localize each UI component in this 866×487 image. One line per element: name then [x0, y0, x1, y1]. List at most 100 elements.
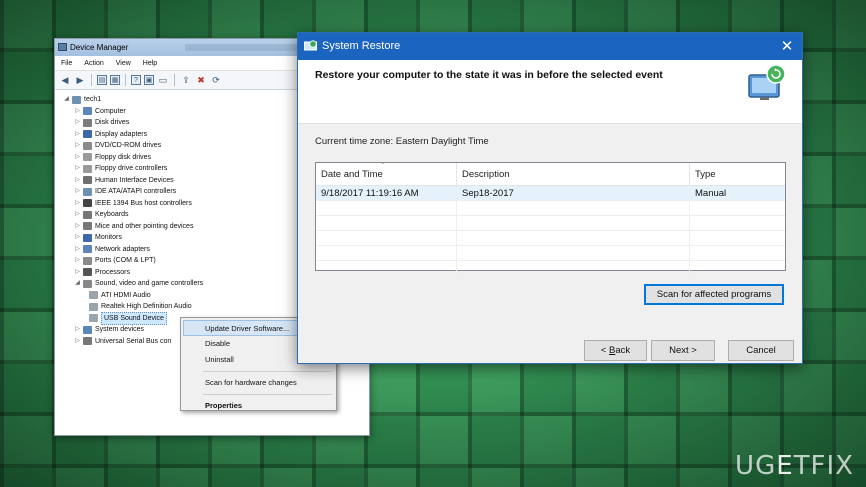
- device-category-icon: [83, 337, 92, 346]
- tree-device-label: USB Sound Device: [101, 311, 167, 325]
- back-button-prefix: <: [600, 345, 610, 356]
- device-category-icon: [83, 256, 92, 265]
- tree-root-label: tech1: [84, 96, 102, 103]
- monitor-icon[interactable]: ▭: [157, 74, 169, 86]
- update-driver-icon[interactable]: ⇪: [180, 74, 192, 86]
- watermark-left: UG: [735, 451, 777, 481]
- column-date-label: Date and Time: [321, 169, 383, 180]
- device-category-icon: [83, 118, 92, 127]
- back-button-suffix: ack: [615, 345, 631, 356]
- table-row-empty: [316, 246, 785, 261]
- computer-icon: [72, 95, 81, 104]
- expand-icon[interactable]: ▷: [74, 186, 81, 198]
- expand-icon[interactable]: ▷: [74, 106, 81, 118]
- expand-icon[interactable]: ▷: [74, 255, 81, 267]
- titlebar-obscured-area: [185, 44, 305, 51]
- device-manager-icon: [58, 43, 67, 51]
- expand-icon[interactable]: ▷: [74, 198, 81, 210]
- view-icon[interactable]: ▣: [144, 75, 154, 85]
- expand-icon[interactable]: ▷: [74, 152, 81, 164]
- system-restore-titlebar[interactable]: System Restore ✕: [298, 33, 802, 60]
- table-header: ﹀ Date and Time Description Type: [316, 163, 785, 186]
- properties-icon[interactable]: ▦: [110, 75, 120, 85]
- tree-category-label: Network adapters: [95, 245, 150, 253]
- device-category-icon: [83, 107, 92, 116]
- toolbar-separator: [91, 74, 92, 86]
- menu-file[interactable]: File: [61, 56, 72, 70]
- menu-action[interactable]: Action: [84, 56, 103, 70]
- tree-category-label: Floppy drive controllers: [95, 165, 168, 172]
- device-category-icon: [83, 153, 92, 162]
- uninstall-device-icon[interactable]: ✖: [195, 74, 207, 86]
- tree-category-label: Floppy disk drives: [95, 153, 152, 161]
- tree-category-label: Processors: [95, 268, 131, 276]
- watermark-right: TFIX: [793, 451, 854, 481]
- device-category-icon: [83, 268, 92, 277]
- device-category-icon: [83, 245, 92, 254]
- audio-device-icon: [89, 291, 98, 300]
- expand-icon[interactable]: ▷: [74, 209, 81, 221]
- column-date-and-time[interactable]: ﹀ Date and Time: [316, 163, 457, 185]
- properties-item[interactable]: Properties: [181, 398, 336, 414]
- collapse-icon[interactable]: ◢: [74, 278, 81, 290]
- expand-icon[interactable]: ▷: [74, 244, 81, 256]
- device-category-icon: [83, 141, 92, 150]
- column-type[interactable]: Type: [690, 163, 785, 185]
- table-row-empty: [316, 261, 785, 276]
- scan-affected-programs-button[interactable]: Scan for affected programs: [644, 284, 784, 305]
- scan-hardware-icon[interactable]: ⟳: [210, 74, 222, 86]
- menu-view[interactable]: View: [116, 56, 131, 70]
- scan-hardware-changes-item[interactable]: Scan for hardware changes: [181, 375, 336, 391]
- table-row-empty: [316, 231, 785, 246]
- collapse-icon[interactable]: ◢: [63, 94, 70, 106]
- device-category-icon: [83, 130, 92, 139]
- tree-category-label: Sound, video and game controllers: [95, 280, 204, 287]
- expand-icon[interactable]: ▷: [74, 129, 81, 141]
- tree-category-label: Ports (COM & LPT): [95, 257, 156, 264]
- device-category-icon: [83, 325, 92, 334]
- back-button[interactable]: < Back: [584, 340, 647, 361]
- expand-icon[interactable]: ▷: [74, 324, 81, 336]
- tree-category-label: Computer: [95, 107, 126, 115]
- device-category-icon: [83, 279, 92, 288]
- expand-icon[interactable]: ▷: [74, 140, 81, 152]
- expand-icon[interactable]: ▷: [74, 117, 81, 129]
- system-restore-title: System Restore: [322, 40, 401, 52]
- watermark-accent: E: [776, 451, 794, 481]
- table-row-empty: [316, 216, 785, 231]
- show-hide-tree-icon[interactable]: ▤: [97, 75, 107, 85]
- tree-category-label: DVD/CD-ROM drives: [95, 142, 162, 149]
- menu-help[interactable]: Help: [143, 56, 157, 70]
- device-category-icon: [83, 210, 92, 219]
- tree-category-label: System devices: [95, 326, 145, 333]
- device-category-icon: [83, 199, 92, 208]
- expand-icon[interactable]: ▷: [74, 267, 81, 279]
- audio-device-icon: [89, 302, 98, 311]
- toolbar-separator: [125, 74, 126, 86]
- help-icon[interactable]: ?: [131, 75, 141, 85]
- tree-category-label: IEEE 1394 Bus host controllers: [95, 199, 192, 207]
- back-arrow-icon[interactable]: ◀: [59, 74, 71, 86]
- watermark-logo: UGETFIX: [735, 451, 854, 481]
- table-row-empty: [316, 201, 785, 216]
- table-row[interactable]: 9/18/2017 11:19:16 AM Sep18-2017 Manual: [316, 186, 785, 201]
- forward-arrow-icon[interactable]: ▶: [74, 74, 86, 86]
- tree-category-label: Keyboards: [95, 211, 129, 218]
- expand-icon[interactable]: ▷: [74, 232, 81, 244]
- next-button[interactable]: Next >: [651, 340, 715, 361]
- expand-icon[interactable]: ▷: [74, 163, 81, 175]
- row-description: Sep18-2017: [457, 186, 690, 200]
- sort-chevron-icon: ﹀: [380, 163, 387, 169]
- device-category-icon: [83, 187, 92, 196]
- expand-icon[interactable]: ▷: [74, 175, 81, 187]
- expand-icon[interactable]: ▷: [74, 336, 81, 348]
- audio-device-icon: [89, 314, 98, 323]
- cancel-button[interactable]: Cancel: [728, 340, 794, 361]
- system-restore-header: Restore your computer to the state it wa…: [298, 60, 802, 124]
- tree-category-label: Human Interface Devices: [95, 176, 174, 184]
- device-category-icon: [83, 164, 92, 173]
- restore-points-table: ﹀ Date and Time Description Type 9/18/20…: [315, 162, 786, 276]
- close-icon[interactable]: ✕: [772, 33, 802, 60]
- column-description[interactable]: Description: [457, 163, 690, 185]
- expand-icon[interactable]: ▷: [74, 221, 81, 233]
